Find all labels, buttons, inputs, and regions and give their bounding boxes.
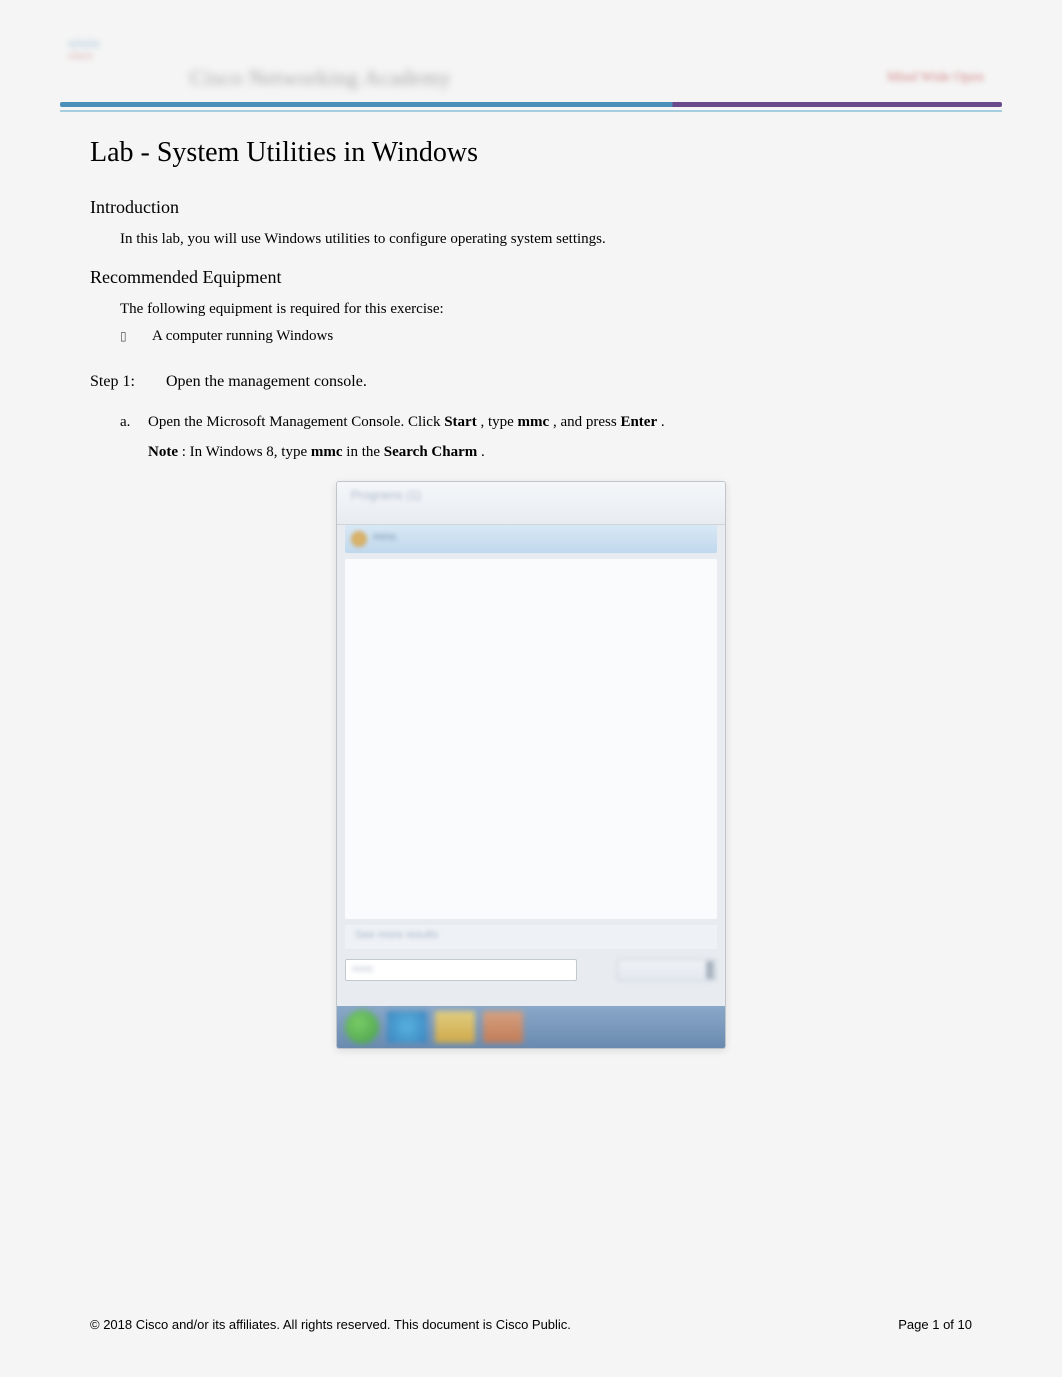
header-brand-title: Cisco Networking Academy	[190, 65, 451, 91]
ie-icon	[387, 1011, 427, 1043]
note-text-mid1: : In Windows 8, type	[182, 444, 311, 460]
start-menu-header: Programs (1)	[337, 482, 725, 525]
shutdown-button	[617, 959, 717, 981]
equipment-bullet-line: ▯ A computer running Windows	[120, 328, 972, 345]
step-1-heading: Step 1: Open the management console.	[90, 373, 972, 391]
document-body: Lab - System Utilities in Windows Introd…	[60, 137, 1002, 1049]
page-title: Lab - System Utilities in Windows	[90, 137, 972, 169]
kw-enter: Enter	[620, 414, 657, 430]
equipment-intro: The following equipment is required for …	[120, 298, 972, 321]
start-menu-result-text: mmc	[373, 531, 397, 543]
copyright-text: © 2018 Cisco and/or its affiliates. All …	[90, 1317, 571, 1332]
step-1a-text-mid1: , type	[480, 414, 517, 430]
page-header: u|iu|iu cisco Cisco Networking Academy M…	[60, 35, 1002, 97]
equipment-bullet-text: A computer running Windows	[152, 328, 333, 345]
note-text-mid2: in the	[346, 444, 384, 460]
header-rule-thin	[60, 110, 1002, 112]
step-1a-text-end: .	[661, 414, 665, 430]
page-indicator: Page 1 of 10	[898, 1317, 972, 1332]
bullet-icon: ▯	[120, 329, 152, 343]
page-pre: Page	[898, 1317, 932, 1332]
note-text-end: .	[481, 444, 485, 460]
kw-mmc: mmc	[518, 414, 550, 430]
note-kw-mmc: mmc	[311, 444, 343, 460]
page-current: 1	[932, 1317, 939, 1332]
kw-start: Start	[444, 414, 477, 430]
step-1-label: Step 1:	[90, 373, 162, 391]
embedded-screenshot: Programs (1) mmc See more results mmc	[336, 481, 726, 1049]
search-input-value: mmc	[346, 960, 576, 979]
page-of: of	[943, 1317, 957, 1332]
start-menu-empty-area	[345, 559, 717, 919]
step-1a-content: Open the Microsoft Management Console. C…	[148, 407, 972, 467]
explorer-icon	[435, 1011, 475, 1043]
page-footer: © 2018 Cisco and/or its affiliates. All …	[90, 1317, 972, 1332]
step-1-title: Open the management console.	[166, 373, 367, 390]
mmc-icon	[351, 531, 367, 547]
section-heading-equipment: Recommended Equipment	[90, 267, 972, 288]
start-menu-search-input: mmc	[345, 959, 577, 981]
step-1a-text-mid2: , and press	[553, 414, 621, 430]
header-tagline: Mind Wide Open	[887, 70, 984, 86]
embedded-screenshot-container: Programs (1) mmc See more results mmc	[90, 481, 972, 1049]
start-menu-see-more: See more results	[345, 925, 717, 949]
start-button-icon	[345, 1010, 379, 1044]
see-more-text: See more results	[345, 925, 717, 941]
step-1a-text-pre: Open the Microsoft Management Console. C…	[148, 414, 444, 430]
windows-taskbar	[337, 1006, 725, 1048]
cisco-logo: u|iu|iu cisco	[68, 35, 100, 63]
header-rule-thick	[60, 102, 1002, 107]
shutdown-dropdown-handle	[706, 961, 714, 979]
start-menu-result-row: mmc	[345, 525, 717, 553]
step-1a-label: a.	[120, 407, 148, 437]
start-menu-programs-label: Programs (1)	[351, 488, 711, 502]
section-heading-introduction: Introduction	[90, 197, 972, 218]
media-player-icon	[483, 1011, 523, 1043]
start-menu-search-row: mmc	[345, 955, 717, 985]
intro-paragraph: In this lab, you will use Windows utilit…	[120, 228, 972, 251]
page-total: 10	[958, 1317, 972, 1332]
note-kw-search-charm: Search Charm	[384, 444, 477, 460]
note-label: Note	[148, 444, 178, 460]
step-1a: a. Open the Microsoft Management Console…	[120, 407, 972, 467]
